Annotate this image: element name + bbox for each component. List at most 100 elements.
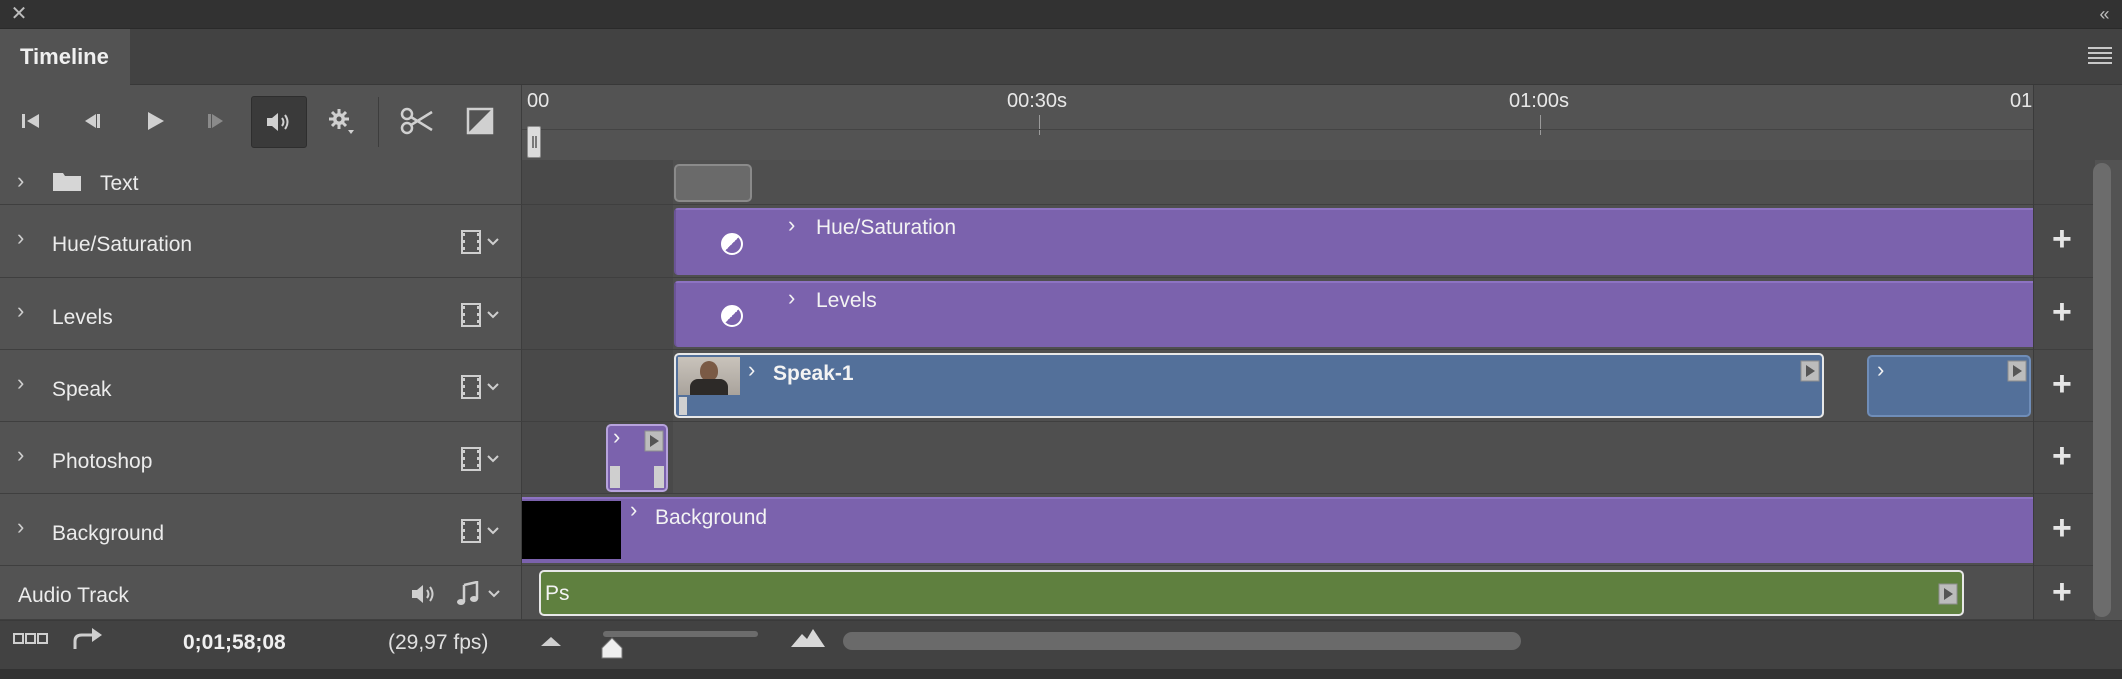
background-clip[interactable]: › Background	[522, 497, 2033, 563]
zoom-slider-track[interactable]	[603, 631, 758, 637]
clip-options-icon[interactable]	[2007, 360, 2027, 382]
add-audio-button[interactable]: +	[2033, 566, 2095, 620]
panel-tab-bar: Timeline	[0, 29, 2122, 85]
time-ruler[interactable]: 00 00:30s 01:00s 01	[522, 85, 2033, 160]
lane-speak: › Speak-1 ›	[522, 350, 2033, 422]
track-name: Background	[52, 522, 165, 545]
adjustment-icon	[721, 305, 743, 327]
add-media-button[interactable]: +	[2033, 350, 2095, 422]
expand-chevron-icon[interactable]: ›	[17, 298, 24, 324]
track-row-photoshop[interactable]: › Photoshop	[0, 422, 522, 494]
tab-timeline[interactable]: Timeline	[0, 29, 130, 85]
track-name: Hue/Saturation	[52, 233, 193, 256]
next-frame-button[interactable]	[193, 97, 241, 145]
film-strip-icon[interactable]	[460, 374, 504, 400]
add-media-button[interactable]: +	[2033, 278, 2095, 350]
clip-chevron-icon[interactable]: ›	[1877, 357, 1884, 383]
ruler-label: 00	[527, 90, 550, 112]
track-row-hue-saturation[interactable]: › Hue/Saturation	[0, 205, 522, 278]
lane-text	[522, 160, 2033, 205]
track-name: Levels	[52, 306, 113, 329]
expand-chevron-icon[interactable]: ›	[17, 225, 24, 251]
speak-1-clip[interactable]: › Speak-1	[674, 353, 1824, 418]
text-group-clip[interactable]	[674, 164, 752, 202]
music-note-icon[interactable]	[455, 581, 505, 607]
film-strip-icon[interactable]	[460, 302, 504, 328]
transition-icon	[466, 107, 494, 135]
expand-chevron-icon[interactable]: ›	[17, 370, 24, 396]
close-panel-icon[interactable]: ✕	[8, 3, 30, 25]
settings-button[interactable]	[317, 97, 365, 145]
speak-clip-segment[interactable]: ›	[1867, 355, 2031, 417]
clip-chevron-icon[interactable]: ›	[748, 357, 755, 383]
lane-out-region	[522, 205, 673, 277]
film-strip-icon[interactable]	[460, 518, 504, 544]
track-name: Audio Track	[18, 584, 129, 607]
transition-button[interactable]	[456, 97, 504, 145]
zoom-out-icon[interactable]	[540, 635, 562, 647]
zoom-in-icon[interactable]	[790, 628, 826, 648]
playhead-handle[interactable]	[527, 126, 541, 158]
panel-menu-icon[interactable]	[2088, 47, 2112, 67]
track-row-background[interactable]: › Background	[0, 494, 522, 566]
clip-chevron-icon[interactable]: ›	[788, 212, 795, 238]
play-icon	[148, 112, 164, 130]
current-timecode[interactable]: 0;01;58;08	[183, 631, 286, 655]
track-row-text[interactable]: › Text	[0, 160, 522, 205]
ruler-baseline	[522, 129, 2033, 130]
track-name: Photoshop	[52, 450, 153, 473]
go-to-first-frame-button[interactable]	[7, 97, 55, 145]
track-row-audio[interactable]: Audio Track	[0, 566, 522, 620]
collapse-panel-icon[interactable]: «	[2092, 3, 2114, 25]
film-strip-icon[interactable]	[460, 229, 504, 255]
clip-options-icon[interactable]	[1800, 360, 1820, 382]
convert-frame-animation-icon[interactable]	[13, 632, 49, 646]
go-to-first-frame-icon	[22, 114, 39, 128]
ruler-tick	[1540, 115, 1541, 135]
panel-title-strip: ✕ «	[0, 0, 2122, 29]
audio-icon[interactable]	[410, 583, 438, 605]
audio-icon	[267, 113, 289, 131]
vertical-scrollbar-thumb[interactable]	[2093, 163, 2111, 617]
background-thumbnail	[522, 501, 621, 559]
levels-clip[interactable]: › Levels	[674, 281, 2033, 347]
clip-chevron-icon[interactable]: ›	[613, 424, 620, 450]
ruler-label: 01	[2010, 90, 2033, 112]
ruler-tick	[1039, 115, 1040, 135]
gear-icon	[329, 109, 354, 134]
zoom-slider-thumb[interactable]	[601, 637, 623, 659]
toolbar-divider	[378, 97, 379, 147]
track-row-levels[interactable]: › Levels	[0, 278, 522, 350]
trim-handle-right[interactable]	[654, 466, 664, 488]
film-strip-icon[interactable]	[460, 446, 504, 472]
ruler-right-spacer	[2033, 85, 2122, 160]
lane-hue-saturation: › Hue/Saturation	[522, 205, 2033, 278]
ruler-label: 01:00s	[1509, 90, 1570, 112]
trim-handle-left[interactable]	[679, 397, 687, 415]
clip-chevron-icon[interactable]: ›	[788, 285, 795, 311]
tab-timeline-label: Timeline	[20, 44, 109, 69]
mute-audio-button[interactable]	[251, 96, 307, 148]
add-media-button[interactable]: +	[2033, 422, 2095, 494]
split-at-playhead-button[interactable]	[393, 97, 441, 145]
clip-options-icon[interactable]	[644, 430, 664, 452]
panel-resize-grip[interactable]	[0, 669, 2122, 679]
clip-options-icon[interactable]	[1938, 583, 1958, 605]
hue-saturation-clip[interactable]: › Hue/Saturation	[674, 208, 2033, 275]
audio-clip[interactable]: Ps	[539, 570, 1964, 616]
render-video-icon[interactable]	[72, 626, 104, 652]
folder-icon	[53, 173, 81, 191]
expand-chevron-icon[interactable]: ›	[17, 168, 24, 194]
photoshop-clip[interactable]: ›	[606, 424, 668, 492]
expand-chevron-icon[interactable]: ›	[17, 514, 24, 540]
ruler-label: 00:30s	[1007, 90, 1068, 112]
horizontal-scrollbar-thumb[interactable]	[843, 632, 1521, 650]
add-media-button[interactable]: +	[2033, 494, 2095, 566]
track-row-speak[interactable]: › Speak	[0, 350, 522, 422]
previous-frame-button[interactable]	[67, 97, 115, 145]
trim-handle-left[interactable]	[610, 466, 620, 488]
clip-chevron-icon[interactable]: ›	[630, 497, 637, 523]
add-media-button[interactable]: +	[2033, 205, 2095, 278]
expand-chevron-icon[interactable]: ›	[17, 442, 24, 468]
play-button[interactable]	[131, 97, 179, 145]
